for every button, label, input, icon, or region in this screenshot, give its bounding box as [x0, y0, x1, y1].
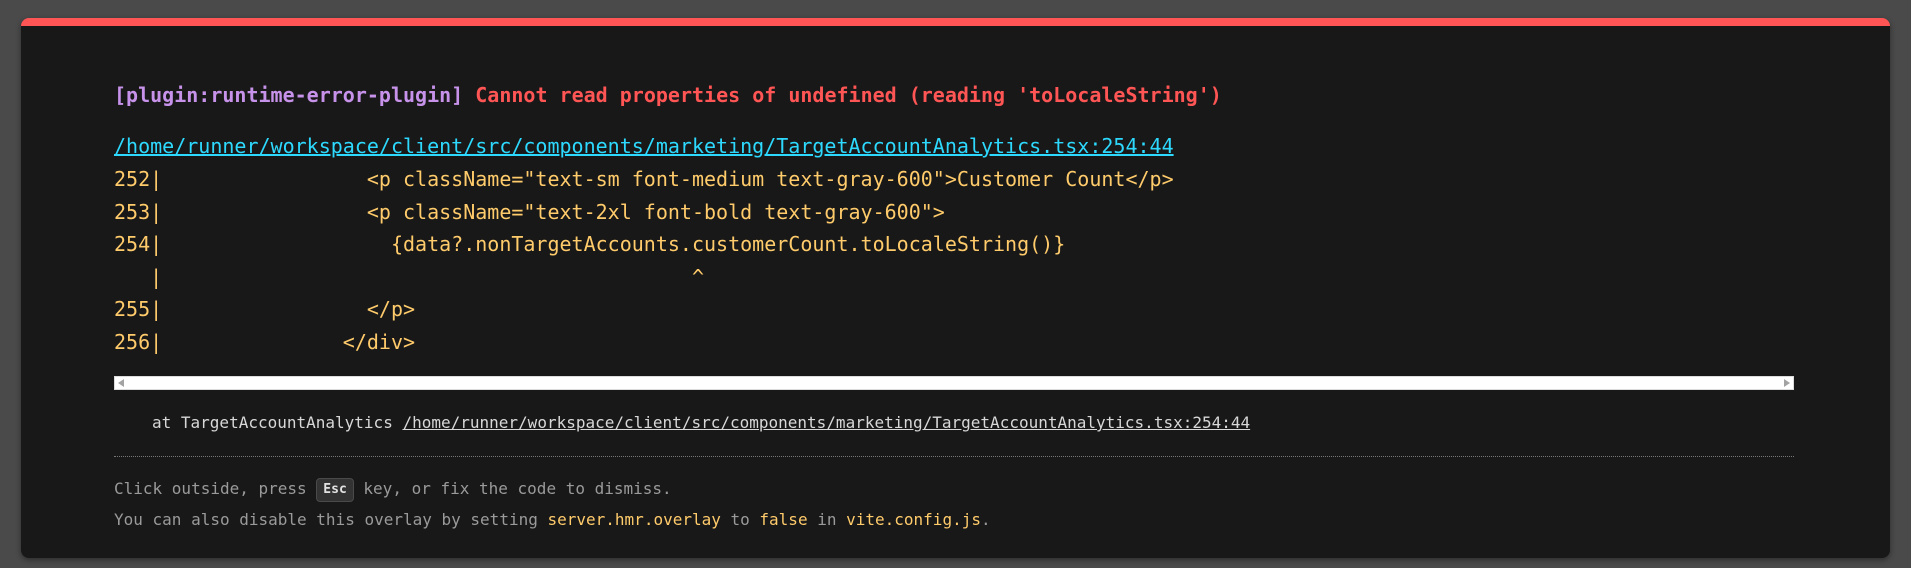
tip-text: to: [720, 510, 760, 529]
divider: [114, 456, 1794, 457]
esc-key-badge: Esc: [316, 477, 354, 502]
error-file-link[interactable]: /home/runner/workspace/client/src/compon…: [114, 132, 1174, 160]
disable-overlay-tip: You can also disable this overlay by set…: [114, 508, 991, 532]
dismiss-tip: Click outside, press Esc key, or fix the…: [114, 477, 672, 502]
error-message: [plugin:runtime-error-plugin] Cannot rea…: [114, 81, 1222, 109]
horizontal-scrollbar[interactable]: [114, 376, 1794, 390]
config-value: false: [759, 510, 808, 529]
tip-text: .: [980, 510, 991, 529]
tip-text: Click outside, press: [114, 479, 317, 498]
plugin-label: [plugin:runtime-error-plugin]: [114, 83, 464, 107]
code-line: | ^: [114, 264, 705, 289]
stack-file-link[interactable]: /home/runner/workspace/client/src/compon…: [402, 413, 1250, 432]
tip-text: key, or fix the code to dismiss.: [353, 479, 672, 498]
tip-text: in: [807, 510, 847, 529]
stack-prefix: at TargetAccountAnalytics: [152, 413, 403, 432]
stack-trace: at TargetAccountAnalytics /home/runner/w…: [152, 411, 1250, 435]
scroll-left-icon[interactable]: [118, 379, 124, 387]
error-overlay-window: [plugin:runtime-error-plugin] Cannot rea…: [21, 18, 1890, 558]
code-frame[interactable]: 252| <p className="text-sm font-medium t…: [114, 163, 1794, 393]
code-line: 255| </p>: [114, 297, 416, 321]
tip-text: You can also disable this overlay by set…: [114, 510, 548, 529]
scroll-right-icon[interactable]: [1784, 379, 1790, 387]
error-text: Cannot read properties of undefined (rea…: [475, 83, 1222, 107]
config-file: vite.config.js: [846, 510, 981, 529]
config-key: server.hmr.overlay: [547, 510, 721, 529]
code-line: 256| </div>: [114, 329, 416, 354]
code-line: 252| <p className="text-sm font-medium t…: [114, 167, 1174, 191]
code-line: 254| {data?.nonTargetAccounts.customerCo…: [114, 232, 1066, 256]
code-line: 253| <p className="text-2xl font-bold te…: [114, 199, 945, 224]
